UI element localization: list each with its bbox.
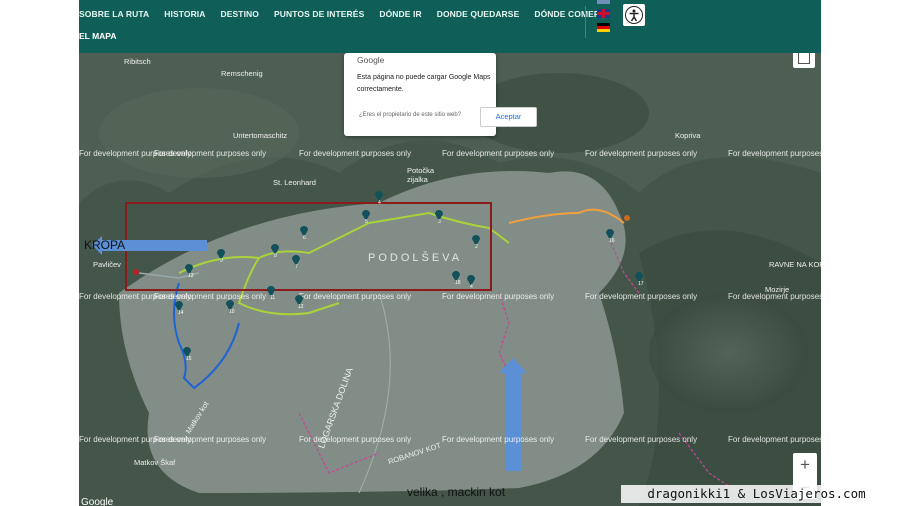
place-label: RAVNE NA KOROŠKEM (769, 260, 821, 269)
nav-historia[interactable]: HISTORIA (164, 9, 205, 19)
owner-question: ¿Eres el propietario de este sitio web? (359, 112, 462, 118)
nav-destino[interactable]: DESTINO (221, 9, 259, 19)
route-marker-label: 2 (475, 244, 478, 250)
google-maps-error-dialog: Google Esta página no puede cargar Googl… (344, 53, 496, 136)
dev-watermark: For development purposes only (442, 435, 555, 444)
accept-button[interactable]: Aceptar (480, 107, 537, 127)
dev-watermark: For development purposes only (585, 435, 698, 444)
route-marker-icon[interactable]: 14 (174, 299, 184, 316)
dev-watermark: For development purposes only (585, 149, 698, 158)
route-marker-icon[interactable]: 17 (634, 270, 644, 287)
route-marker-icon[interactable]: 15 (182, 345, 192, 362)
route-marker-icon[interactable]: 5 (361, 208, 371, 225)
route-marker-label: 16 (609, 238, 615, 244)
fullscreen-icon (798, 53, 810, 64)
route-marker-label: 12 (298, 304, 304, 310)
route-marker-label: 5 (365, 219, 368, 225)
route-marker-icon[interactable]: 18 (451, 269, 461, 286)
uk-flag-icon[interactable] (597, 9, 610, 18)
place-label: Pavličev (93, 260, 121, 269)
dev-watermark: For development purposes only (728, 435, 821, 444)
dev-watermark: For development purposes only (154, 292, 267, 301)
zoom-in-button[interactable]: + (793, 453, 817, 476)
route-marker-icon[interactable]: 4 (466, 273, 476, 290)
dev-watermark: For development purposes only (585, 292, 698, 301)
route-marker-icon[interactable]: 6 (299, 224, 309, 241)
nav-el-mapa[interactable]: EL MAPA (79, 31, 116, 41)
place-label: Ribitsch (124, 57, 151, 66)
route-marker-icon[interactable]: 16 (605, 227, 615, 244)
place-label: Untertomaschitz (233, 131, 288, 140)
route-marker-label: 8 (274, 253, 277, 259)
google-attribution: Google (81, 497, 114, 506)
route-marker-label: 4 (470, 284, 473, 290)
mackin-kot-label: velika , mackin kot (407, 485, 506, 499)
nav-puntos-de-interes[interactable]: PUNTOS DE INTERÉS (274, 9, 364, 19)
route-marker-icon[interactable]: 8 (270, 242, 280, 259)
page-frame: SOBRE LA RUTA HISTORIA DESTINO PUNTOS DE… (79, 0, 821, 506)
place-label: Potočka zijalka (407, 166, 435, 184)
route-marker-label: 9 (220, 258, 223, 264)
dev-watermark: For development purposes only (299, 149, 412, 158)
dev-watermark: For development purposes only (154, 435, 267, 444)
route-marker-icon[interactable]: 10 (225, 298, 235, 315)
route-marker-label: 6 (303, 235, 306, 241)
route-marker-icon[interactable]: 13 (184, 262, 194, 279)
kropa-label: KROPA (84, 238, 126, 252)
dev-watermark: For development purposes only (442, 292, 555, 301)
route-marker-label: 17 (638, 281, 644, 287)
watermark: dragonikki1 & LosViajeros.com (621, 485, 892, 503)
nav-sobre-la-ruta[interactable]: SOBRE LA RUTA (79, 9, 149, 19)
main-nav: SOBRE LA RUTA HISTORIA DESTINO PUNTOS DE… (79, 9, 600, 19)
fullscreen-button[interactable] (793, 53, 815, 68)
route-marker-icon[interactable]: 3 (434, 208, 444, 225)
nav-donde-quedarse[interactable]: DONDE QUEDARSE (437, 9, 520, 19)
route-marker-icon[interactable]: 9 (216, 247, 226, 264)
route-marker-label: 10 (229, 309, 235, 315)
route-marker-label: 14 (178, 310, 184, 316)
route-marker-label: 18 (455, 280, 461, 286)
accessibility-icon[interactable] (623, 4, 645, 26)
error-message: Esta página no puede cargar Google Maps … (357, 74, 491, 93)
dev-watermark: For development purposes only (728, 292, 821, 301)
area-label: PODOLŠEVA (368, 252, 463, 264)
route-marker-label: 13 (188, 273, 194, 279)
place-label: Remschenig (221, 69, 263, 78)
place-label: Matkov Škaf (134, 458, 176, 467)
place-label: St. Leonhard (273, 178, 316, 187)
dev-watermark: For development purposes only (154, 149, 267, 158)
route-marker-icon[interactable]: 7 (291, 253, 301, 270)
dev-watermark: For development purposes only (299, 292, 412, 301)
nav-divider (585, 6, 586, 38)
route-marker-label: 11 (270, 295, 276, 301)
map-area[interactable]: Ribitsch Remschenig Untertomaschitz St. … (79, 53, 821, 506)
route-marker-icon[interactable]: 12 (294, 293, 304, 310)
route-marker-label: 4 (378, 200, 381, 206)
dev-watermark: For development purposes only (299, 435, 412, 444)
dev-watermark: For development purposes only (442, 149, 555, 158)
nav-donde-ir[interactable]: DÓNDE IR (379, 9, 421, 19)
nav-donde-comer[interactable]: DÓNDE COMER (534, 9, 600, 19)
route-marker-icon[interactable]: 2 (471, 233, 481, 250)
route-marker-icon[interactable]: 11 (266, 284, 276, 301)
flag-icon[interactable] (597, 0, 610, 4)
google-logo: Google (357, 55, 385, 65)
route-marker-label: 3 (438, 219, 441, 225)
dev-watermark: For development purposes only (728, 149, 821, 158)
place-label: Kopriva (675, 131, 701, 140)
route-marker-label: 7 (295, 264, 298, 270)
german-flag-icon[interactable] (597, 23, 610, 32)
top-navigation-bar: SOBRE LA RUTA HISTORIA DESTINO PUNTOS DE… (79, 0, 821, 53)
route-marker-label: 15 (186, 356, 192, 362)
route-marker-icon[interactable]: 4 (374, 189, 384, 206)
